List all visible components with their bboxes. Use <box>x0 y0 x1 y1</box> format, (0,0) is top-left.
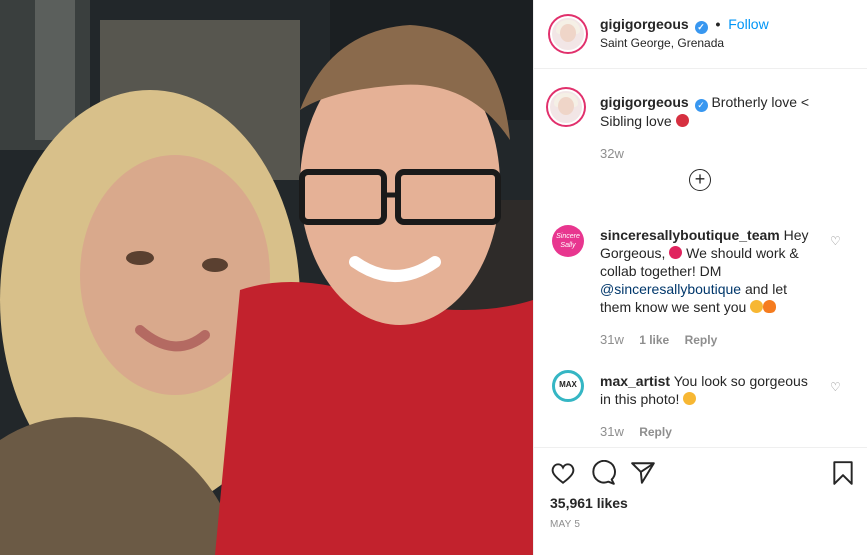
caption-body-2: Sibling love <box>600 113 672 129</box>
post-actions: 35,961 likes MAY 5 <box>534 447 867 556</box>
comment-2-text: max_artist You look so gorgeous in this … <box>600 372 815 408</box>
heart-emoji-icon <box>669 246 683 259</box>
comment-icon[interactable] <box>590 460 616 486</box>
author-avatar[interactable] <box>550 16 586 52</box>
avatar-text: Sincere Sally <box>556 233 580 249</box>
location-link[interactable]: Saint George, Grenada <box>600 36 724 50</box>
caption-text: gigigorgeous ✓ Brotherly love < Sibling … <box>600 93 815 130</box>
likes-count[interactable]: 35,961 likes <box>550 495 628 511</box>
comment-2-username[interactable]: max_artist <box>600 373 670 389</box>
broken-heart-emoji-icon <box>675 114 689 127</box>
comment-1-mention[interactable]: @sinceresallyboutique <box>600 281 741 297</box>
verified-icon: ✓ <box>694 21 708 34</box>
load-more-comments-icon[interactable]: + <box>689 169 711 191</box>
comment-1-time[interactable]: 31w <box>600 332 624 347</box>
commenter-avatar-max[interactable]: MAX <box>552 370 584 402</box>
photo-illustration <box>0 0 533 555</box>
commenter-avatar-sinceresally[interactable]: Sincere Sally <box>552 225 584 257</box>
bookmark-icon[interactable] <box>830 460 856 486</box>
fire-emoji-icon <box>763 300 777 313</box>
heart-icon[interactable] <box>550 460 576 486</box>
comment-1-meta: 31w 1 like Reply <box>600 332 729 347</box>
author-username-row: gigigorgeous ✓ • Follow <box>600 16 769 34</box>
follow-button[interactable]: Follow <box>728 16 768 32</box>
caption-meta: 32w <box>600 146 636 161</box>
author-username[interactable]: gigigorgeous <box>600 16 689 32</box>
share-icon[interactable] <box>630 460 656 486</box>
post-container: gigigorgeous ✓ • Follow Saint George, Gr… <box>0 0 867 555</box>
caption-avatar[interactable] <box>548 89 584 125</box>
comments-list[interactable]: gigigorgeous ✓ Brotherly love < Sibling … <box>534 69 867 447</box>
comment-1-text: sinceresallyboutique_team Hey Gorgeous, … <box>600 226 815 316</box>
post-photo[interactable] <box>0 0 533 555</box>
comment-2-meta: 31w Reply <box>600 424 684 439</box>
post-side-panel: gigigorgeous ✓ • Follow Saint George, Gr… <box>533 0 867 555</box>
comment-1-reply[interactable]: Reply <box>685 333 718 347</box>
caption-time[interactable]: 32w <box>600 146 624 161</box>
caption-body: Brotherly love < <box>711 94 810 110</box>
comment-1-like-icon[interactable]: ♡ <box>830 234 842 248</box>
avatar-text: MAX <box>559 380 577 389</box>
raising-hands-emoji-icon <box>683 392 697 405</box>
caption-username[interactable]: gigigorgeous <box>600 94 689 110</box>
separator-dot: • <box>715 16 721 32</box>
comment-1-username[interactable]: sinceresallyboutique_team <box>600 227 780 243</box>
verified-icon: ✓ <box>694 99 708 112</box>
comment-2-like-icon[interactable]: ♡ <box>830 380 842 394</box>
comment-2-reply[interactable]: Reply <box>639 425 672 439</box>
comment-2-time[interactable]: 31w <box>600 424 624 439</box>
post-header: gigigorgeous ✓ • Follow Saint George, Gr… <box>534 0 867 69</box>
post-date[interactable]: MAY 5 <box>550 519 580 530</box>
heart-eyes-emoji-icon <box>750 300 764 313</box>
comment-1-likes[interactable]: 1 like <box>639 333 669 347</box>
